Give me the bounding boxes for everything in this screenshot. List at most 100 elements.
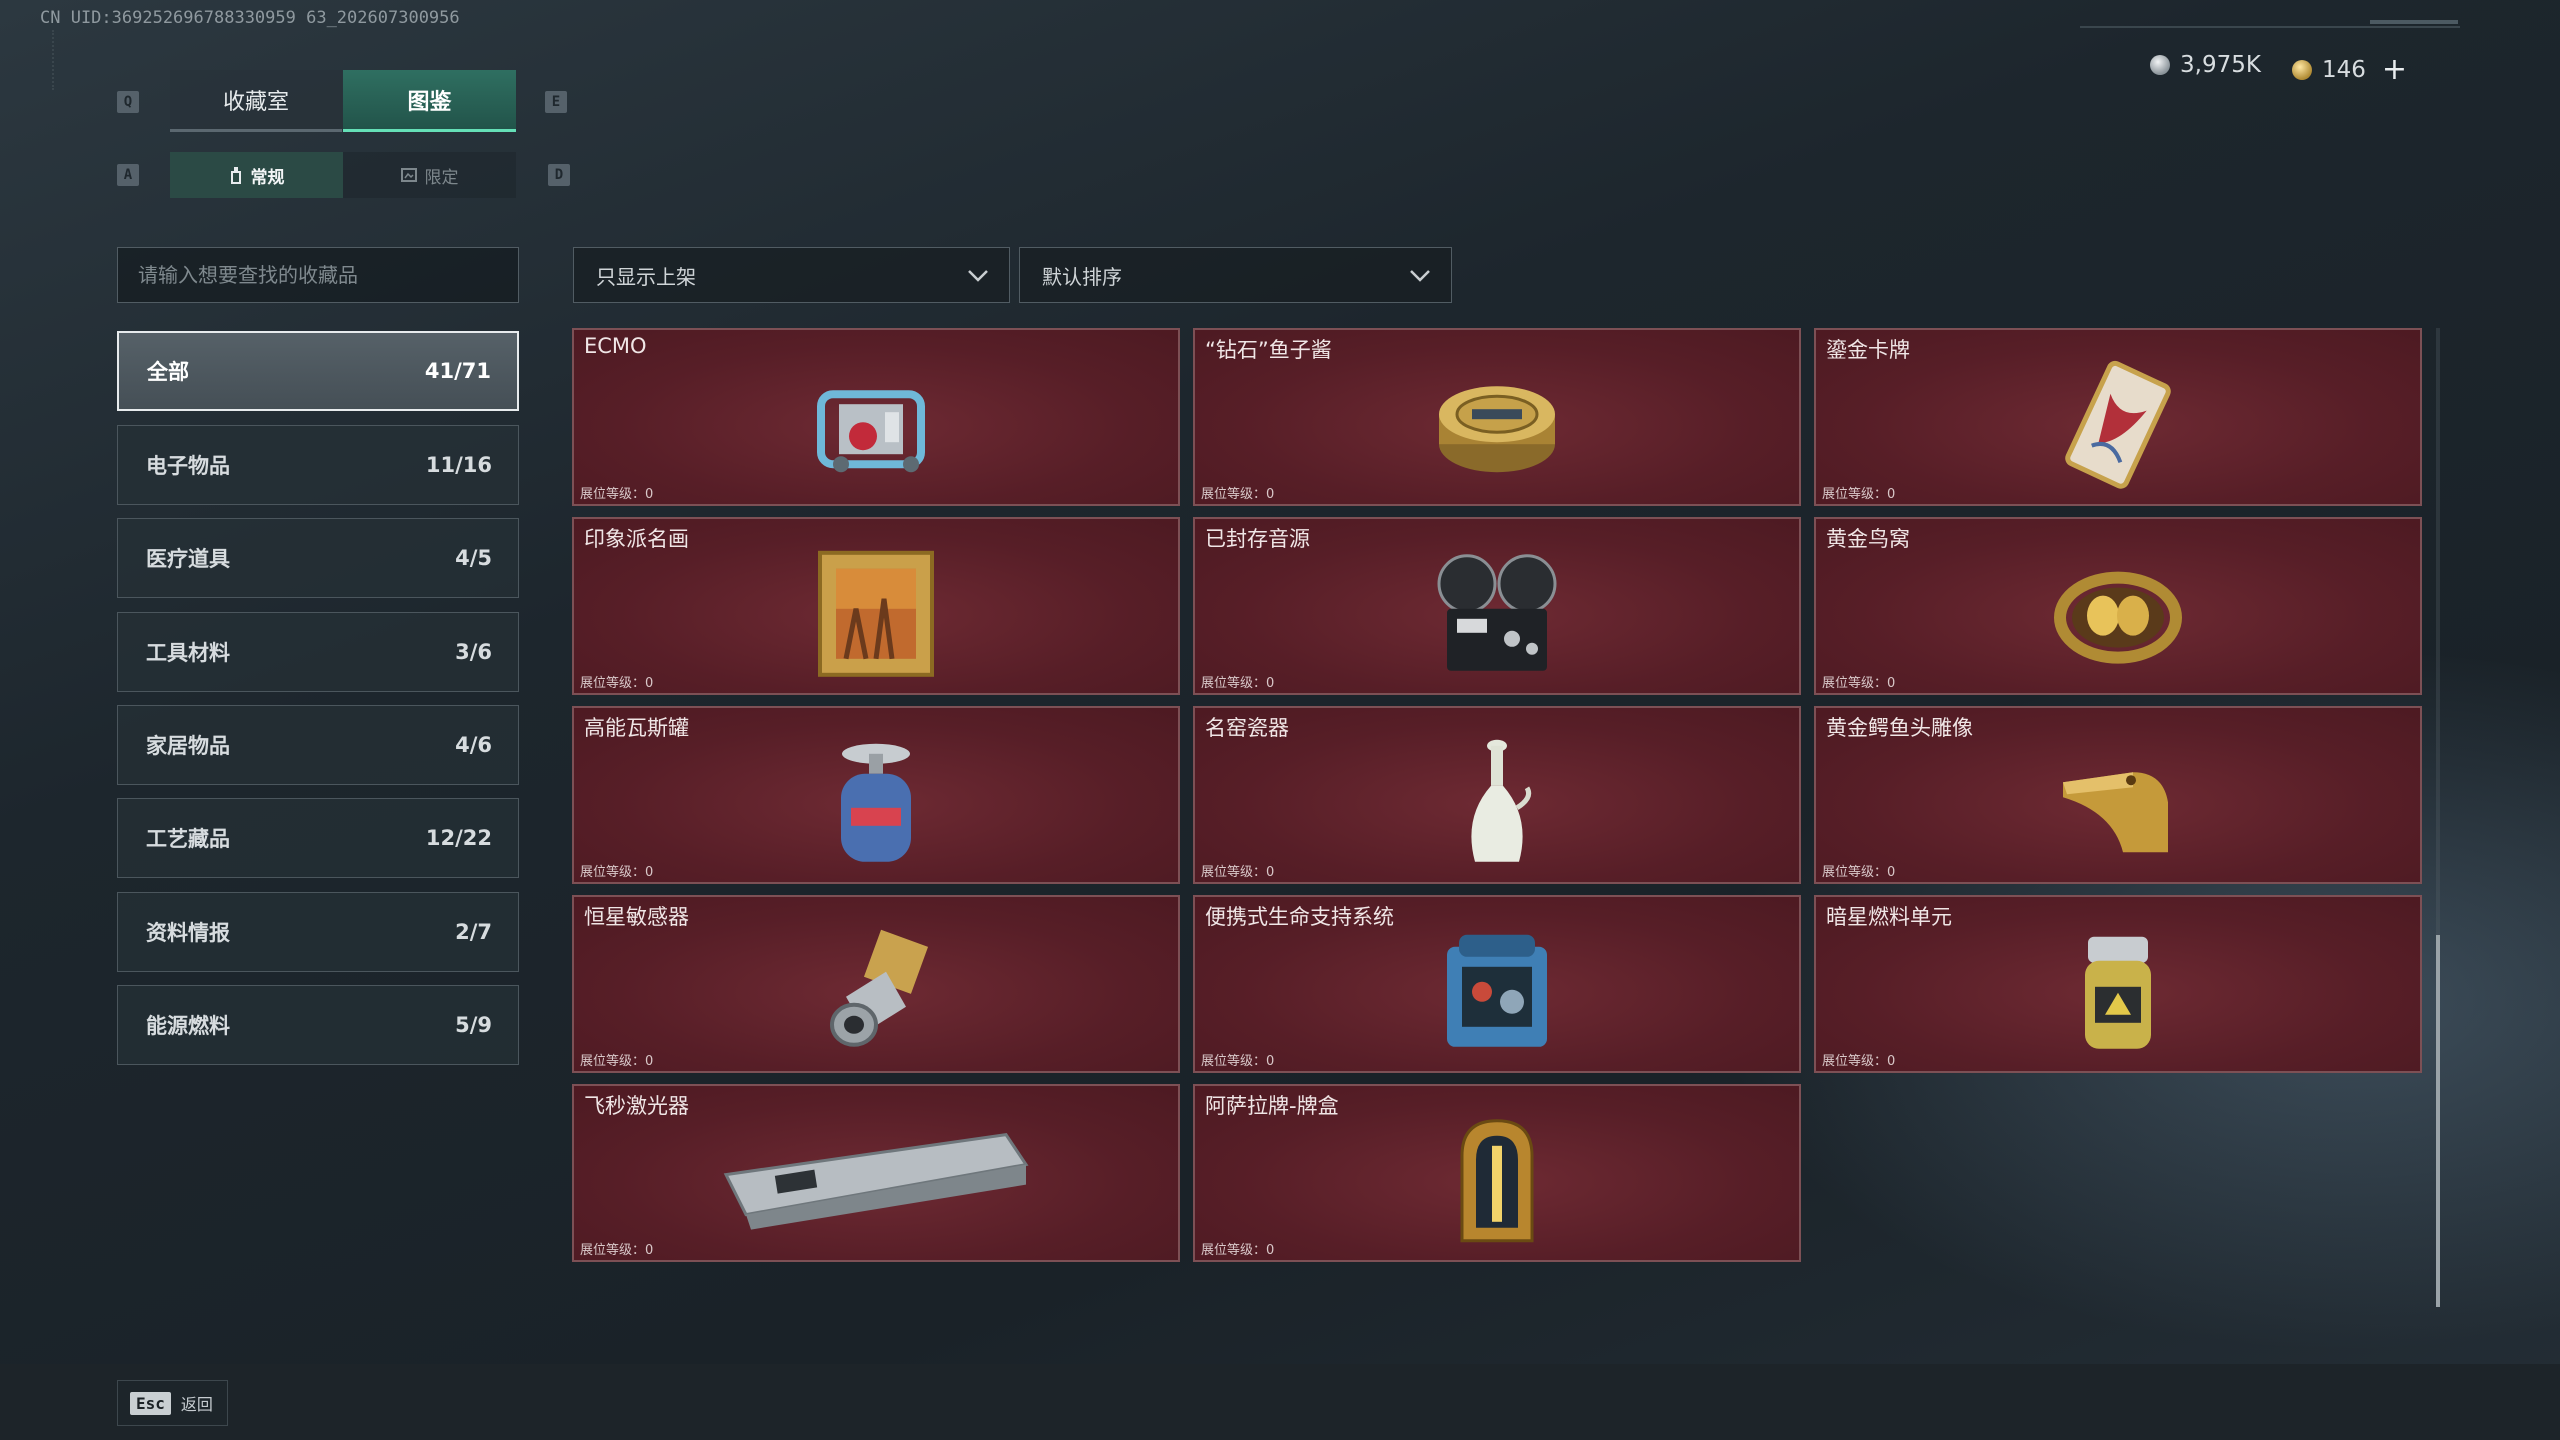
card-level: 展位等级：0: [580, 1054, 654, 1069]
top-divider-accent: [2370, 20, 2458, 24]
card-name: “钻石”鱼子酱: [1205, 338, 1332, 362]
card-name: 飞秒激光器: [584, 1094, 689, 1118]
subtab-regular[interactable]: 常规: [170, 152, 343, 198]
category-crafts[interactable]: 工艺藏品 12/22: [117, 798, 519, 878]
category-count: 2/7: [455, 920, 492, 944]
collectible-card-card-box[interactable]: 阿萨拉牌-牌盒 展位等级：0: [1193, 1084, 1801, 1262]
collectible-card-gas-canister[interactable]: 高能瓦斯罐 展位等级：0: [572, 706, 1180, 884]
add-currency-button[interactable]: +: [2382, 52, 2407, 87]
category-household[interactable]: 家居物品 4/6: [117, 705, 519, 785]
silver-currency: 3,975K: [2150, 52, 2261, 78]
subtab-limited[interactable]: 限定: [343, 152, 516, 198]
life-support-system-icon: [1447, 934, 1547, 1047]
bottle-icon: [230, 167, 241, 184]
subtab-regular-label: 常规: [250, 167, 285, 188]
shelf-filter-dropdown[interactable]: 只显示上架: [573, 247, 1010, 303]
grid-scrollbar-thumb[interactable]: [2436, 935, 2440, 1307]
tab-codex[interactable]: 图鉴: [343, 70, 516, 132]
hotkey-q: Q: [117, 91, 139, 113]
category-count: 4/5: [455, 546, 492, 570]
back-label: 返回: [180, 1395, 213, 1414]
card-box-icon: [1460, 1119, 1534, 1243]
card-name: 鎏金卡牌: [1826, 338, 1910, 362]
category-all[interactable]: 全部 41/71: [117, 331, 519, 411]
collectible-card-star-sensor[interactable]: 恒星敏感器 展位等级：0: [572, 895, 1180, 1073]
collectible-search-input[interactable]: [117, 247, 519, 303]
gas-canister-icon: [841, 743, 911, 862]
category-label: 家居物品: [146, 734, 230, 758]
collectible-card-painting[interactable]: 印象派名画 展位等级：0: [572, 517, 1180, 695]
card-level: 展位等级：0: [580, 1243, 654, 1258]
category-energy[interactable]: 能源燃料 5/9: [117, 985, 519, 1065]
collectible-card-fuel-cell[interactable]: 暗星燃料单元 展位等级：0: [1814, 895, 2422, 1073]
collectible-card-gilded-card[interactable]: 鎏金卡牌 展位等级：0: [1814, 328, 2422, 506]
hotkey-e: E: [545, 91, 567, 113]
esc-key: Esc: [130, 1391, 171, 1415]
card-level: 展位等级：0: [1201, 865, 1275, 880]
collectible-grid: 展位等级：0 展位等级：0 展位等级：0 ECMO 展位等级：0 “钻石”鱼子酱: [572, 328, 2428, 1307]
chevron-down-icon: [1410, 270, 1430, 282]
category-intel[interactable]: 资料情报 2/7: [117, 892, 519, 972]
category-medical[interactable]: 医疗道具 4/5: [117, 518, 519, 598]
card-level: 展位等级：0: [580, 676, 654, 691]
category-label: 全部: [147, 360, 189, 384]
card-name: 恒星敏感器: [584, 905, 689, 929]
top-divider: [2080, 26, 2460, 28]
porcelain-vase-icon: [1471, 739, 1532, 862]
golden-nest-icon: [2054, 571, 2182, 664]
category-count: 5/9: [455, 1013, 492, 1037]
card-level: 展位等级：0: [1201, 1243, 1275, 1258]
category-label: 医疗道具: [146, 547, 230, 571]
collectible-card-recorder[interactable]: 已封存音源 展位等级：0: [1193, 517, 1801, 695]
card-name: 黄金鸟窝: [1826, 527, 1910, 551]
collectible-card-golden-nest[interactable]: 黄金鸟窝 展位等级：0: [1814, 517, 2422, 695]
shelf-filter-value: 只显示上架: [596, 264, 696, 289]
ecmo-machine-icon: [817, 390, 925, 473]
card-level: 展位等级：0: [1201, 1054, 1275, 1069]
collectible-card-ecmo[interactable]: ECMO 展位等级：0: [572, 328, 1180, 506]
hotkey-a: A: [117, 164, 139, 186]
category-tools[interactable]: 工具材料 3/6: [117, 612, 519, 692]
card-name: 便携式生命支持系统: [1205, 905, 1394, 929]
uid-text: CN UID:369252696788330959 63_20260730095…: [40, 8, 460, 28]
gilded-card-icon: [2065, 360, 2171, 489]
collectible-card-porcelain[interactable]: 名窑瓷器 展位等级：0: [1193, 706, 1801, 884]
category-count: 12/22: [425, 826, 492, 850]
hotkey-d: D: [548, 164, 570, 186]
silver-amount: 3,975K: [2180, 52, 2261, 78]
card-name: 黄金鳄鱼头雕像: [1826, 716, 1973, 740]
card-level: 展位等级：0: [1822, 487, 1896, 502]
category-count: 11/16: [425, 453, 492, 477]
card-name: 已封存音源: [1205, 527, 1310, 551]
card-level: 展位等级：0: [1822, 865, 1896, 880]
silver-coin-icon: [2150, 55, 2170, 75]
footer-bar: [0, 1364, 2560, 1440]
gold-crocodile-head-icon: [2063, 772, 2168, 853]
sort-dropdown[interactable]: 默认排序: [1019, 247, 1452, 303]
fuel-cell-icon: [2085, 936, 2151, 1049]
category-label: 资料情报: [146, 921, 230, 945]
framed-painting-icon: [818, 550, 934, 677]
gold-amount: 146: [2322, 56, 2366, 83]
card-name: 印象派名画: [584, 527, 689, 551]
gold-coin-icon: [2292, 59, 2312, 80]
collectible-card-life-support[interactable]: 便携式生命支持系统 展位等级：0: [1193, 895, 1801, 1073]
category-count: 4/6: [455, 733, 492, 757]
back-button[interactable]: Esc 返回: [117, 1380, 228, 1426]
category-label: 工艺藏品: [146, 827, 230, 851]
category-label: 工具材料: [146, 641, 230, 665]
caviar-tin-icon: [1439, 386, 1555, 473]
category-count: 41/71: [424, 359, 491, 383]
card-level: 展位等级：0: [1201, 487, 1275, 502]
collectible-card-laser[interactable]: 飞秒激光器 展位等级：0: [572, 1084, 1180, 1262]
tab-collection-room[interactable]: 收藏室: [170, 70, 342, 132]
category-electronics[interactable]: 电子物品 11/16: [117, 425, 519, 505]
card-name: 高能瓦斯罐: [584, 716, 689, 740]
card-name: 暗星燃料单元: [1826, 905, 1952, 929]
collectible-card-crocodile-head[interactable]: 黄金鳄鱼头雕像 展位等级：0: [1814, 706, 2422, 884]
card-name: ECMO: [584, 334, 647, 358]
limited-icon: [400, 168, 417, 182]
card-level: 展位等级：0: [1822, 1054, 1896, 1069]
star-sensor-icon: [830, 929, 929, 1047]
collectible-card-caviar[interactable]: “钻石”鱼子酱 展位等级：0: [1193, 328, 1801, 506]
